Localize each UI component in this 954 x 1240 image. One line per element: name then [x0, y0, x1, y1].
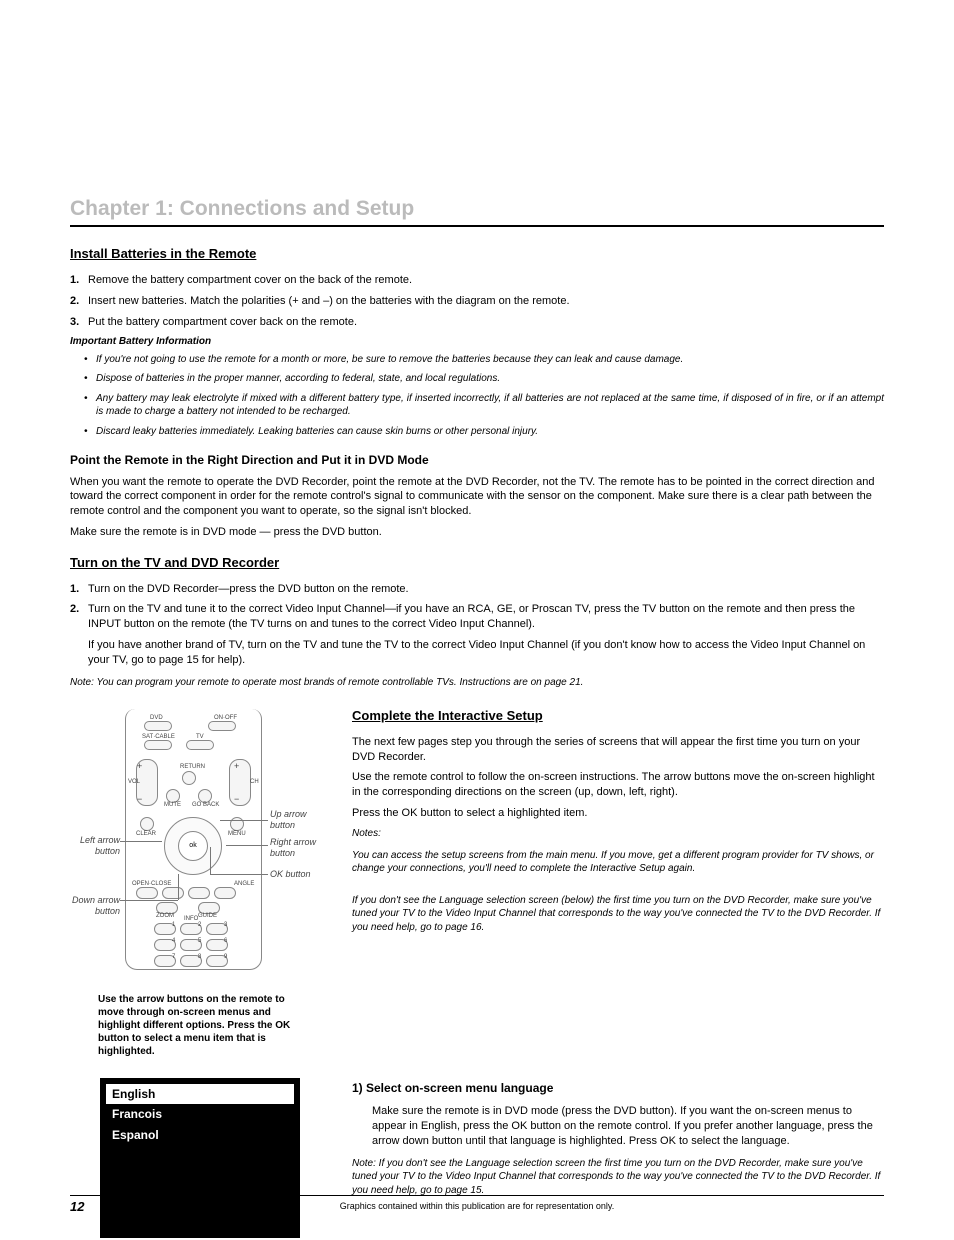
body-text: Make sure the remote is in DVD mode (pre…: [372, 1104, 884, 1149]
remote-caption: Use the arrow buttons on the remote to m…: [70, 993, 330, 1058]
step-text: Put the battery compartment cover back o…: [88, 316, 357, 328]
remote-button: [208, 721, 236, 731]
remote-label-vol: VOL: [128, 779, 140, 785]
body-text: If you have another brand of TV, turn on…: [88, 638, 884, 668]
remote-button: [186, 740, 214, 750]
remote-button: [214, 887, 236, 899]
remote-button: [162, 887, 184, 899]
step-text: Turn on the TV and tune it to the correc…: [88, 603, 855, 630]
step-select-language-title: 1) Select on-screen menu language: [352, 1080, 884, 1096]
section-interactive-setup-title: Complete the Interactive Setup: [352, 707, 884, 725]
page-footer: 12 Graphics contained within this public…: [70, 1195, 884, 1212]
callout-left-arrow: Left arrow button: [70, 835, 120, 856]
list-item: Dispose of batteries in the proper manne…: [84, 372, 884, 386]
remote-label-return: RETURN: [180, 764, 205, 770]
body-text: Use the remote control to follow the on-…: [352, 770, 884, 800]
remote-column: DVD ON·OFF SAT·CABLE TV + − + − VOL: [70, 707, 330, 1238]
chapter-title: Chapter 1: Connections and Setup: [70, 195, 884, 227]
body-text: Press the OK button to select a highligh…: [352, 806, 884, 821]
list-item: 1.Remove the battery compartment cover o…: [70, 273, 884, 288]
callout-up-arrow: Up arrow button: [270, 809, 330, 830]
callout-ok: OK button: [270, 869, 330, 879]
step-text: Remove the battery compartment cover on …: [88, 274, 412, 286]
remote-button: [144, 721, 172, 731]
remote-button: [188, 887, 210, 899]
list-item: Discard leaky batteries immediately. Lea…: [84, 425, 884, 439]
language-option-selected: English: [106, 1084, 294, 1104]
remote-label-ch: CH: [250, 779, 259, 785]
body-text: Make sure the remote is in DVD mode — pr…: [70, 525, 884, 540]
remote-ch-rocker: [229, 759, 251, 806]
list-item: 2.Turn on the TV and tune it to the corr…: [70, 602, 884, 632]
note-text: If you don't see the Language selection …: [352, 894, 884, 935]
remote-label-angle: ANGLE: [234, 881, 254, 887]
remote-label-mute: MUTE: [164, 802, 181, 808]
install-steps: 1.Remove the battery compartment cover o…: [70, 273, 884, 330]
remote-button: [140, 817, 154, 831]
remote-button: [166, 789, 180, 803]
remote-label-info: INFO: [184, 916, 198, 922]
section-point-remote-title: Point the Remote in the Right Direction …: [70, 452, 884, 468]
two-column-area: DVD ON·OFF SAT·CABLE TV + − + − VOL: [70, 707, 884, 1238]
language-option: Espanol: [106, 1125, 294, 1145]
remote-label-goback: GO BACK: [192, 802, 219, 808]
list-item: 2.Insert new batteries. Match the polari…: [70, 294, 884, 309]
remote-outline: DVD ON·OFF SAT·CABLE TV + − + − VOL: [125, 709, 262, 970]
turn-on-steps: 1.Turn on the DVD Recorder—press the DVD…: [70, 582, 884, 633]
remote-button: [182, 771, 196, 785]
battery-info-title: Important Battery Information: [70, 335, 884, 349]
body-text: The next few pages step you through the …: [352, 735, 884, 765]
step-text: Turn on the DVD Recorder—press the DVD b…: [88, 583, 409, 595]
list-item: If you're not going to use the remote fo…: [84, 353, 884, 367]
callout-down-arrow: Down arrow button: [70, 895, 120, 916]
section-install-batteries-title: Install Batteries in the Remote: [70, 245, 884, 263]
remote-button: [136, 887, 158, 899]
notes-label: Notes:: [352, 827, 884, 841]
list-item: 3.Put the battery compartment cover back…: [70, 315, 884, 330]
note-text: Note: You can program your remote to ope…: [70, 676, 884, 690]
section-turn-on-title: Turn on the TV and DVD Recorder: [70, 554, 884, 572]
remote-label-zoom: ZOOM: [156, 913, 174, 919]
list-item: 1.Turn on the DVD Recorder—press the DVD…: [70, 582, 884, 597]
note-text: You can access the setup screens from th…: [352, 849, 884, 876]
language-select-screen: English Francois Espanol: [100, 1078, 300, 1238]
step-text: Insert new batteries. Match the polariti…: [88, 295, 570, 307]
page: Chapter 1: Connections and Setup Install…: [0, 0, 954, 1240]
interactive-setup-column: Complete the Interactive Setup The next …: [352, 707, 884, 1238]
remote-label-clear: CLEAR: [136, 831, 156, 837]
language-option: Francois: [106, 1104, 294, 1124]
remote-label-guide: GUIDE: [198, 913, 217, 919]
remote-button: [198, 789, 212, 803]
footer-text: Graphics contained within this publicati…: [70, 1200, 884, 1212]
battery-info-bullets: If you're not going to use the remote fo…: [84, 353, 884, 439]
remote-button: [144, 740, 172, 750]
remote-label-menu: MENU: [228, 831, 246, 837]
page-number: 12: [70, 1198, 84, 1216]
list-item: Any battery may leak electrolyte if mixe…: [84, 392, 884, 419]
note-text: Note: If you don't see the Language sele…: [352, 1157, 884, 1198]
body-text: When you want the remote to operate the …: [70, 475, 884, 520]
callout-right-arrow: Right arrow button: [270, 837, 330, 858]
remote-figure: DVD ON·OFF SAT·CABLE TV + − + − VOL: [70, 707, 330, 987]
